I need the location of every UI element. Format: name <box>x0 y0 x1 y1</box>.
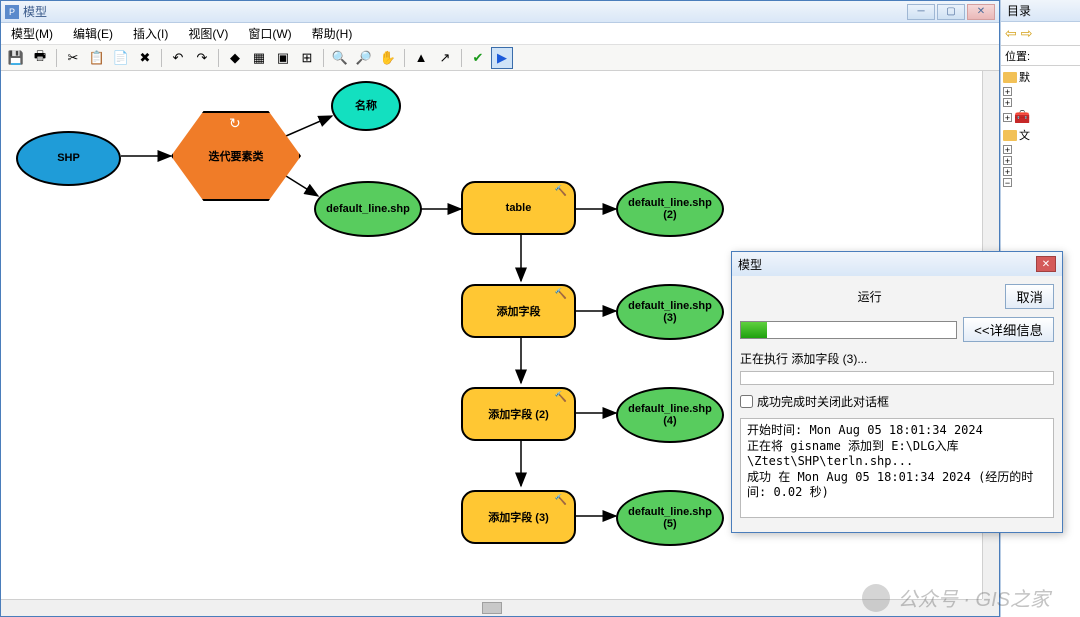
catalog-tree[interactable]: 默 + + +🧰 文 + + + − <box>1001 66 1080 190</box>
checkbox-input[interactable] <box>740 395 753 408</box>
run-icon[interactable]: ▶ <box>491 47 513 69</box>
dialog-close-button[interactable]: ✕ <box>1036 256 1056 272</box>
menu-view[interactable]: 视图(V) <box>182 23 234 44</box>
expand-icon[interactable]: + <box>1003 98 1012 107</box>
print-icon[interactable]: 🖶 <box>29 47 51 69</box>
tree-default-gdb[interactable]: 默 <box>1003 68 1078 86</box>
tree-item[interactable]: + <box>1003 166 1078 177</box>
default-line-2-node[interactable]: default_line.shp (2) <box>616 181 724 237</box>
expand-icon[interactable]: + <box>1003 113 1012 122</box>
menu-help[interactable]: 帮助(H) <box>306 23 359 44</box>
hammer-icon: 🔨 <box>555 392 567 403</box>
tree-documents[interactable]: 文 <box>1003 126 1078 144</box>
window-buttons: ─ ▢ ✕ <box>907 4 995 20</box>
titlebar: P 模型 ─ ▢ ✕ <box>1 1 999 23</box>
iterator-node[interactable]: 迭代要素类 ↻ <box>171 111 301 201</box>
zoom-out-icon[interactable]: 🔎 <box>353 47 375 69</box>
menu-insert[interactable]: 插入(I) <box>127 23 174 44</box>
window-title: 模型 <box>23 3 907 20</box>
toolbar: 💾 🖶 ✂ 📋 📄 ✖ ↶ ↷ ◆ ▦ ▣ ⊞ 🔍 🔎 ✋ ▲ ↗ ✔ ▶ <box>1 45 999 71</box>
tree-item[interactable]: +🧰 <box>1003 108 1078 126</box>
checkbox-label: 成功完成时关闭此对话框 <box>757 393 889 410</box>
tree-item[interactable]: + <box>1003 97 1078 108</box>
run-label: 运行 <box>740 288 999 305</box>
tree-item[interactable]: + <box>1003 86 1078 97</box>
add-field-tool-node[interactable]: 🔨 添加字段 <box>461 284 576 338</box>
progress-bar <box>740 321 957 339</box>
default-line-4-node[interactable]: default_line.shp (4) <box>616 387 724 443</box>
log-output: 开始时间: Mon Aug 05 18:01:34 2024 正在将 gisna… <box>740 418 1054 518</box>
select-icon[interactable]: ▲ <box>410 47 432 69</box>
wechat-icon <box>862 584 890 612</box>
details-button[interactable]: <<详细信息 <box>963 317 1054 342</box>
menubar: 模型(M) 编辑(E) 插入(I) 视图(V) 窗口(W) 帮助(H) <box>1 23 999 45</box>
auto-layout-icon[interactable]: ▣ <box>272 47 294 69</box>
validate-icon[interactable]: ✔ <box>467 47 489 69</box>
hammer-icon: 🔨 <box>555 289 567 300</box>
cancel-button[interactable]: 取消 <box>1005 284 1054 309</box>
expand-icon[interactable]: + <box>1003 167 1012 176</box>
toolbox-icon: 🧰 <box>1014 109 1030 125</box>
connect-icon[interactable]: ↗ <box>434 47 456 69</box>
add-tool-icon[interactable]: ▦ <box>248 47 270 69</box>
expand-icon[interactable]: + <box>1003 145 1012 154</box>
add-field-2-tool-node[interactable]: 🔨 添加字段 (2) <box>461 387 576 441</box>
folder-icon <box>1003 130 1017 141</box>
delete-icon[interactable]: ✖ <box>134 47 156 69</box>
close-button[interactable]: ✕ <box>967 4 995 20</box>
add-field-3-label: 添加字段 (3) <box>488 509 549 525</box>
table-tool-label: table <box>506 202 532 214</box>
tree-item[interactable]: − <box>1003 177 1078 188</box>
status-text: 正在执行 添加字段 (3)... <box>740 350 1054 367</box>
tree-item[interactable]: + <box>1003 144 1078 155</box>
collapse-icon[interactable]: − <box>1003 178 1012 187</box>
watermark-text: 公众号 · GIS之家 <box>898 583 1050 612</box>
folder-icon <box>1003 72 1017 83</box>
hammer-icon: 🔨 <box>555 495 567 506</box>
expand-icon[interactable]: + <box>1003 87 1012 96</box>
hammer-icon: 🔨 <box>555 186 567 197</box>
undo-icon[interactable]: ↶ <box>167 47 189 69</box>
catalog-nav: ⇦ ⇨ <box>1001 22 1080 46</box>
catalog-location: 位置: <box>1001 46 1080 66</box>
minimize-button[interactable]: ─ <box>907 4 935 20</box>
default-line-5-node[interactable]: default_line.shp (5) <box>616 490 724 546</box>
menu-window[interactable]: 窗口(W) <box>242 23 297 44</box>
dialog-title: 模型 <box>738 256 762 273</box>
save-icon[interactable]: 💾 <box>5 47 27 69</box>
catalog-title: 目录 <box>1001 0 1080 22</box>
cut-icon[interactable]: ✂ <box>62 47 84 69</box>
add-field-label: 添加字段 <box>497 303 541 319</box>
zoom-in-icon[interactable]: 🔍 <box>329 47 351 69</box>
table-tool-node[interactable]: 🔨 table <box>461 181 576 235</box>
paste-icon[interactable]: 📄 <box>110 47 132 69</box>
name-output-node[interactable]: 名称 <box>331 81 401 131</box>
sub-progress-bar <box>740 371 1054 385</box>
copy-icon[interactable]: 📋 <box>86 47 108 69</box>
full-extent-icon[interactable]: ⊞ <box>296 47 318 69</box>
pan-icon[interactable]: ✋ <box>377 47 399 69</box>
close-on-success-checkbox[interactable]: 成功完成时关闭此对话框 <box>740 393 1054 410</box>
horizontal-scrollbar[interactable] <box>1 599 982 616</box>
tree-item[interactable]: + <box>1003 155 1078 166</box>
input-shp-node[interactable]: SHP <box>16 131 121 186</box>
forward-icon[interactable]: ⇨ <box>1021 25 1033 42</box>
add-data-icon[interactable]: ◆ <box>224 47 246 69</box>
dialog-titlebar: 模型 ✕ <box>732 252 1062 276</box>
redo-icon[interactable]: ↷ <box>191 47 213 69</box>
expand-icon[interactable]: + <box>1003 156 1012 165</box>
default-line-node[interactable]: default_line.shp <box>314 181 422 237</box>
progress-dialog: 模型 ✕ 运行 取消 <<详细信息 正在执行 添加字段 (3)... 成功完成时… <box>731 251 1063 533</box>
menu-model[interactable]: 模型(M) <box>5 23 59 44</box>
maximize-button[interactable]: ▢ <box>937 4 965 20</box>
watermark: 公众号 · GIS之家 <box>862 583 1050 612</box>
dialog-body: 运行 取消 <<详细信息 正在执行 添加字段 (3)... 成功完成时关闭此对话… <box>732 276 1062 526</box>
app-icon: P <box>5 5 19 19</box>
add-field-2-label: 添加字段 (2) <box>488 406 549 422</box>
add-field-3-tool-node[interactable]: 🔨 添加字段 (3) <box>461 490 576 544</box>
menu-edit[interactable]: 编辑(E) <box>67 23 119 44</box>
default-line-3-node[interactable]: default_line.shp (3) <box>616 284 724 340</box>
back-icon[interactable]: ⇦ <box>1005 25 1017 42</box>
recycle-icon: ↻ <box>229 115 241 132</box>
